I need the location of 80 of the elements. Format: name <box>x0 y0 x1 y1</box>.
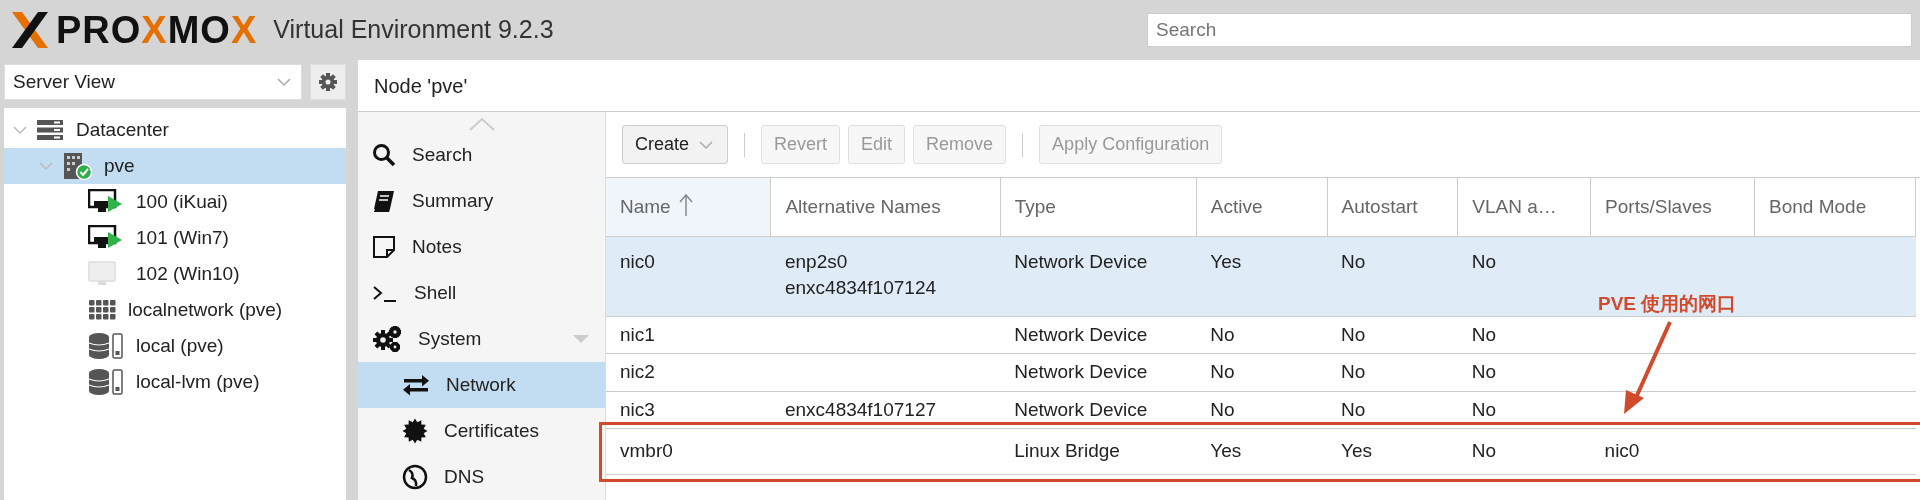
table-cell: No <box>1341 398 1366 420</box>
column-header[interactable]: Name <box>606 178 771 236</box>
table-cell: No <box>1471 398 1497 420</box>
column-header[interactable]: Autostart <box>1327 178 1458 236</box>
nav-item[interactable]: Summary <box>358 178 605 224</box>
sort-up-icon <box>678 192 693 217</box>
view-select[interactable]: Server View <box>4 64 303 100</box>
tree-item[interactable]: 102 (Win10) <box>4 256 346 292</box>
table-cell: nic0 <box>1604 440 1640 462</box>
table-cell: Yes <box>1341 440 1373 462</box>
table-cell: No <box>1210 361 1235 383</box>
nav-item[interactable]: Search <box>358 132 605 178</box>
table-cell-text: enp2s0 <box>784 249 849 274</box>
table-cell: No <box>1210 323 1235 345</box>
tree-item[interactable]: pve <box>4 148 346 184</box>
menu-button[interactable]: Create <box>622 125 729 164</box>
table-cell: Network Device <box>1014 250 1148 272</box>
table-cell: Network Device <box>1014 398 1148 420</box>
tree-item[interactable]: localnetwork (pve) <box>4 292 346 328</box>
chevron-down-icon[interactable] <box>12 123 28 137</box>
exchange-icon <box>402 374 430 396</box>
nav-item[interactable]: System <box>358 316 605 362</box>
table-cell: Network Device <box>1014 361 1148 383</box>
monitor-play-icon <box>88 225 124 251</box>
table-cell: No <box>1471 361 1497 383</box>
table-cell: No <box>1341 323 1366 345</box>
table-cell-text: enxc4834f107124 <box>784 276 938 301</box>
annotation-label: PVE 使用的网口 <box>1598 292 1737 316</box>
monitor-play-icon <box>88 189 124 215</box>
nav-item[interactable]: Shell <box>358 270 605 316</box>
search-field[interactable]: Search <box>1147 13 1912 47</box>
table-cell: Yes <box>1210 250 1242 272</box>
table-cell: nic3 <box>620 398 655 420</box>
table-cell: Linux Bridge <box>1014 440 1120 462</box>
table-cell: No <box>1341 361 1366 383</box>
note-icon <box>372 235 396 259</box>
app-title: Virtual Environment 9.2.3 <box>273 14 554 46</box>
column-header[interactable]: Ports/Slaves <box>1590 178 1755 236</box>
tree-item[interactable]: local-lvm (pve) <box>4 364 346 400</box>
nav-item[interactable]: Certificates <box>358 408 605 454</box>
chevron-down-icon[interactable] <box>38 159 54 173</box>
settings-button[interactable] <box>310 64 346 100</box>
nav-item[interactable]: Network <box>358 362 605 408</box>
settings-icon <box>317 71 340 93</box>
globe-icon <box>402 464 428 490</box>
table-cell: nic0 <box>620 250 655 272</box>
tree-item[interactable]: local (pve) <box>4 328 346 364</box>
column-header[interactable]: Active <box>1196 178 1328 236</box>
certificate-icon <box>402 418 428 444</box>
server-check-icon <box>62 152 92 180</box>
tree-item[interactable]: Datacenter <box>4 112 346 148</box>
book-icon <box>372 189 396 213</box>
table-cell: No <box>1471 323 1497 345</box>
gears-icon <box>372 325 402 353</box>
nav-item[interactable]: Notes <box>358 224 605 270</box>
table-cell: Yes <box>1210 440 1242 462</box>
table-cell: Network Device <box>1014 323 1148 345</box>
table-cell: No <box>1471 440 1497 462</box>
panel-title: Node 'pve' <box>374 73 468 99</box>
grid-icon <box>88 299 116 321</box>
table-cell: vmbr0 <box>620 440 673 462</box>
tree-item[interactable]: 101 (Win7) <box>4 220 346 256</box>
table-cell: enxc4834f107127 <box>784 398 937 420</box>
logo-wordmark: PROXMOX <box>56 11 258 49</box>
table-cell: No <box>1210 398 1235 420</box>
storage-icon <box>88 332 124 360</box>
column-header[interactable]: Alternative Names <box>770 178 1001 236</box>
table-cell: nic2 <box>620 361 655 383</box>
search-icon <box>372 143 396 167</box>
table-cell: nic1 <box>620 323 655 345</box>
column-header[interactable]: Bond Mode <box>1754 178 1916 236</box>
column-header[interactable]: VLAN a… <box>1457 178 1591 236</box>
table-cell: No <box>1341 250 1366 272</box>
server-icon <box>36 119 64 141</box>
storage-icon <box>88 368 124 396</box>
tree-item[interactable]: 100 (iKuai) <box>4 184 346 220</box>
caret-down-icon[interactable] <box>571 333 591 345</box>
table-cell: No <box>1471 250 1497 272</box>
nav-item[interactable]: DNS <box>358 454 605 500</box>
column-header[interactable]: Type <box>1000 178 1197 236</box>
